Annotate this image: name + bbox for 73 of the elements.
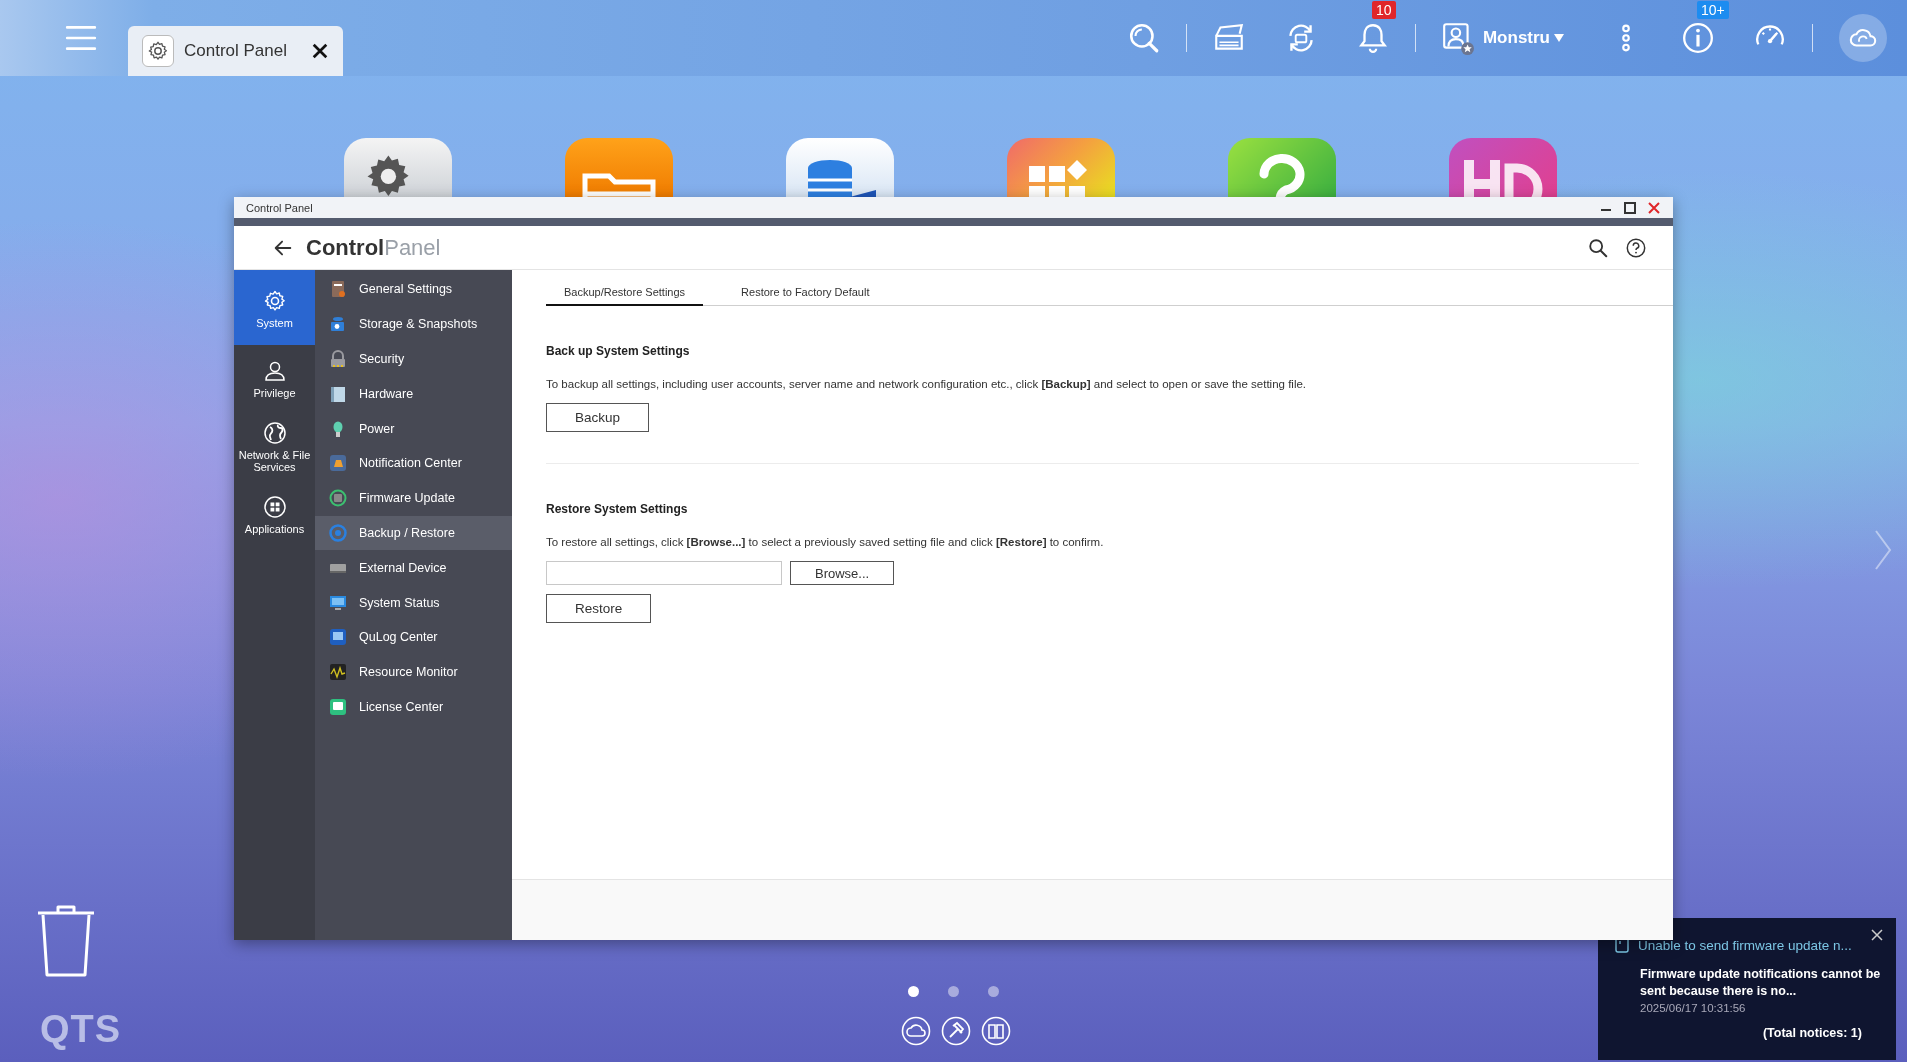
menu-item[interactable]: Power [315, 411, 512, 446]
qts-logo: QTS [40, 1008, 122, 1051]
notification-text: Firmware update notifications cannot be sent because there is no... [1640, 966, 1882, 1000]
app-icon [329, 697, 347, 716]
menu-item[interactable]: Backup / Restore [315, 515, 512, 551]
notification-badge: 10 [1371, 1, 1396, 19]
maximize-icon[interactable] [1623, 200, 1637, 215]
window-title: Control Panel [246, 201, 313, 214]
page-dot[interactable] [988, 986, 999, 997]
notice-count: (Total notices: 1) [1761, 1026, 1862, 1040]
category-tab[interactable]: Privilege [234, 349, 315, 407]
app-title: ControlPanel [306, 234, 441, 261]
help-icon[interactable] [1625, 236, 1647, 259]
close-icon[interactable] [311, 42, 329, 60]
category-tab[interactable]: System [234, 270, 315, 345]
notification-time: 2025/06/17 10:31:56 [1640, 1002, 1747, 1014]
menu-item[interactable]: QuLog Center [315, 619, 512, 655]
taskbar-tab[interactable]: Control Panel [128, 26, 343, 76]
app-icon[interactable] [344, 138, 452, 197]
app-icon[interactable] [565, 138, 673, 197]
page-dot[interactable] [908, 986, 919, 997]
person-icon [262, 359, 287, 383]
file-field[interactable] [546, 561, 782, 585]
menu-item[interactable]: Resource Monitor [315, 654, 512, 690]
restore-button[interactable]: Restore [546, 594, 652, 623]
update-badge: 10+ [1697, 1, 1729, 19]
search-icon[interactable] [1587, 236, 1609, 259]
section-heading: Restore System Settings [546, 502, 689, 516]
menu-item[interactable]: License Center [315, 689, 512, 725]
app-icon [329, 489, 347, 508]
app-icon[interactable] [1449, 138, 1557, 197]
backup-button[interactable]: Backup [546, 403, 650, 432]
app-icon [329, 350, 347, 368]
app-icon [329, 523, 347, 542]
app-icon[interactable] [1228, 138, 1336, 197]
description-text: To backup all settings, including user accounts, server name and network configuration etc., click [Backup] and select to open or save the setting file. [546, 378, 1308, 390]
grid-icon [262, 495, 287, 519]
notification-title[interactable]: Unable to send firmware update n... [1638, 937, 1852, 953]
menu-item[interactable]: General Settings [315, 272, 512, 307]
app-icon[interactable] [786, 138, 894, 197]
menu-item[interactable]: Storage & Snapshots [315, 306, 512, 342]
trash-icon[interactable] [36, 903, 96, 979]
cloud-icon[interactable] [901, 1016, 931, 1046]
section-heading: Back up System Settings [546, 344, 691, 358]
tab[interactable]: Backup/Restore Settings [546, 286, 704, 306]
menu-item[interactable]: System Status [315, 585, 512, 620]
description-text: To restore all settings, click [Browse...] to select a previously saved setting file and click [Restore] to confirm. [546, 536, 1105, 548]
category-tab[interactable]: Applications [234, 485, 315, 543]
browse-button[interactable]: Browse... [790, 561, 895, 585]
globe-icon [262, 421, 287, 445]
app-icon [329, 663, 347, 682]
app-icon [329, 315, 347, 334]
menu-item[interactable]: Security [315, 341, 512, 377]
app-icon [329, 628, 347, 647]
cloud-button[interactable] [1839, 14, 1887, 62]
app-icon [329, 384, 347, 403]
app-icon [329, 454, 347, 473]
caret-icon[interactable] [1554, 34, 1564, 42]
info-icon[interactable] [1681, 21, 1715, 55]
tab[interactable]: Restore to Factory Default [723, 286, 888, 306]
category-tab[interactable]: Network & File Services [234, 411, 315, 481]
menu-item[interactable]: Hardware [315, 376, 512, 412]
hammer-icon[interactable] [941, 1016, 971, 1046]
menu-item[interactable]: Notification Center [315, 446, 512, 481]
app-icon [329, 593, 347, 612]
page-dot[interactable] [948, 986, 959, 997]
menu-item[interactable]: Firmware Update [315, 480, 512, 516]
app-icon [329, 280, 347, 299]
menu-item[interactable]: External Device [315, 550, 512, 586]
user-icon[interactable] [1440, 21, 1475, 55]
gear-icon [142, 35, 174, 67]
book-icon[interactable] [981, 1016, 1011, 1046]
gear-icon [262, 288, 287, 313]
